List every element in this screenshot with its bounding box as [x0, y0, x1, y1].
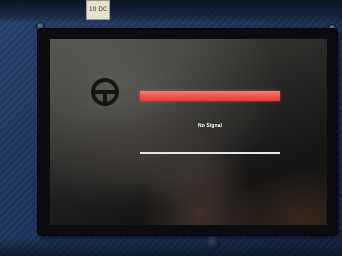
label-sticker: 10 DC [86, 0, 110, 20]
photo-scene: 10 DC No Signal [0, 0, 342, 256]
osd-top-bar [140, 91, 280, 101]
no-signal-message: No Signal [198, 123, 222, 129]
mount-knob-icon [206, 236, 220, 250]
bottom-strip [0, 238, 342, 256]
logo-reflection-icon [91, 78, 119, 106]
monitor-screen: No Signal [50, 39, 327, 225]
monitor: No Signal [38, 29, 337, 235]
osd-bottom-line [140, 152, 280, 154]
top-shadow [0, 0, 342, 24]
